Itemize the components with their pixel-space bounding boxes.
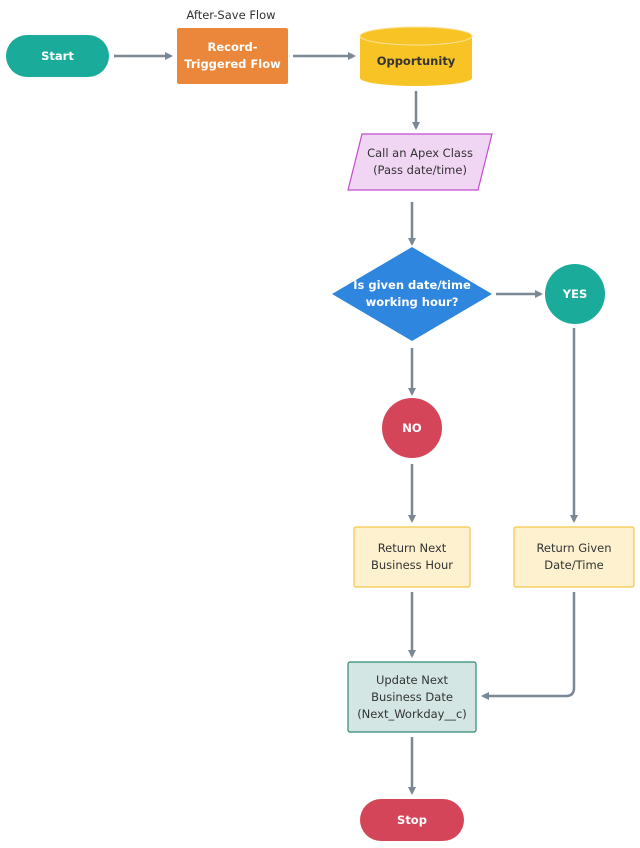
after-save-flow-label: After-Save Flow bbox=[186, 8, 276, 22]
shapes-layer bbox=[6, 26, 635, 841]
stop-label: Stop bbox=[397, 812, 427, 827]
record-triggered-flow-label: Record- Triggered Flow bbox=[184, 40, 281, 71]
record-triggered-flow-node[interactable]: Record- Triggered Flow bbox=[177, 28, 288, 84]
start-label: Start bbox=[41, 48, 74, 63]
yes-label: YES bbox=[562, 286, 588, 301]
opportunity-label: Opportunity bbox=[376, 53, 456, 68]
no-label: NO bbox=[402, 420, 422, 435]
return-given-datetime-node[interactable]: Return Given Date/Time bbox=[514, 527, 634, 587]
yes-node[interactable]: YES bbox=[545, 264, 605, 324]
return-next-business-hour-node[interactable]: Return Next Business Hour bbox=[354, 527, 470, 587]
edges-layer bbox=[114, 52, 578, 795]
no-node[interactable]: NO bbox=[382, 398, 442, 458]
decision-node[interactable]: Is given date/time working hour? bbox=[332, 247, 492, 341]
apex-class-node[interactable]: Call an Apex Class (Pass date/time) bbox=[348, 134, 492, 190]
decision-label: Is given date/time working hour? bbox=[353, 278, 471, 309]
given-datetime-to-update-arrow bbox=[481, 592, 576, 700]
stop-node[interactable]: Stop bbox=[360, 799, 464, 841]
flowchart-canvas bbox=[6, 26, 635, 841]
update-next-business-date-label: Update Next Business Date (Next_Workday_… bbox=[357, 672, 467, 721]
opportunity-node[interactable]: Opportunity bbox=[360, 36, 472, 86]
return-given-datetime-label: Return Given Date/Time bbox=[536, 541, 612, 572]
start-node[interactable]: Start bbox=[6, 35, 109, 77]
update-next-business-date-node[interactable]: Update Next Business Date (Next_Workday_… bbox=[348, 662, 476, 732]
return-next-business-hour-label: Return Next Business Hour bbox=[370, 541, 454, 572]
apex-class-label: Call an Apex Class (Pass date/time) bbox=[367, 146, 473, 177]
